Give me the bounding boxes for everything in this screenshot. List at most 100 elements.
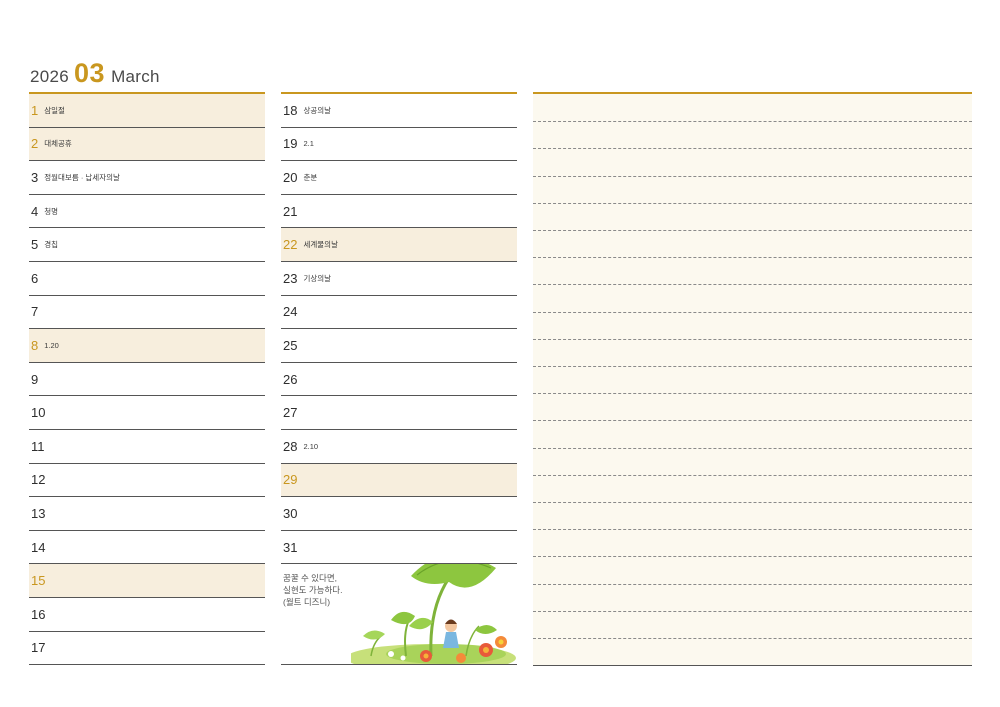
day-number: 11 xyxy=(31,438,45,454)
ruled-line xyxy=(533,230,972,231)
notes-accent-line xyxy=(533,92,972,94)
month-number: 03 xyxy=(74,58,106,88)
day-note: 경칩 xyxy=(44,240,59,250)
day-number: 13 xyxy=(31,505,46,521)
day-row[interactable]: 21 xyxy=(281,195,517,229)
day-number: 31 xyxy=(283,539,298,555)
day-number: 23 xyxy=(283,270,298,286)
day-row[interactable]: 1 삼일절 xyxy=(29,94,265,128)
day-row[interactable]: 17 xyxy=(29,632,265,666)
day-row[interactable]: 23 기상의날 xyxy=(281,262,517,296)
girl-with-leaf-illustration xyxy=(351,564,516,665)
day-row[interactable]: 12 xyxy=(29,464,265,498)
ruled-line xyxy=(533,393,972,395)
day-note: 1.20 xyxy=(44,340,59,350)
ruled-line xyxy=(533,175,972,177)
ruled-line xyxy=(533,311,972,313)
ruled-line xyxy=(533,338,972,340)
quote-line: 실현도 가능하다. xyxy=(283,585,343,596)
day-row[interactable]: 10 xyxy=(29,396,265,430)
notes-area[interactable] xyxy=(533,92,972,666)
month-name: March xyxy=(111,67,160,86)
quote-line: (월트 디즈니) xyxy=(283,597,331,608)
day-row[interactable]: 14 xyxy=(29,531,265,565)
ruled-line xyxy=(533,638,972,639)
day-number: 8 xyxy=(31,337,39,353)
month-header: 2026 03 March xyxy=(30,58,160,88)
ruled-line xyxy=(533,420,972,422)
day-note: 대체공휴 xyxy=(44,139,72,149)
day-number: 25 xyxy=(283,337,298,353)
day-number: 28 xyxy=(283,438,298,454)
quote-line: 꿈꿀 수 있다면, xyxy=(283,573,338,584)
day-row[interactable]: 28 2.10 xyxy=(281,430,517,464)
quote-cell: 꿈꿀 수 있다면, 실현도 가능하다. (월트 디즈니) xyxy=(281,564,517,666)
day-note: 춘분 xyxy=(303,172,318,182)
day-row[interactable]: 11 xyxy=(29,430,265,464)
day-row[interactable]: 27 xyxy=(281,396,517,430)
day-note: 기상의날 xyxy=(303,273,332,283)
ruled-line xyxy=(533,121,972,123)
day-number: 29 xyxy=(283,472,298,488)
day-row[interactable]: 16 xyxy=(29,598,265,632)
day-note: 삼일절 xyxy=(44,105,65,115)
day-number: 10 xyxy=(31,405,46,421)
day-note: 2.10 xyxy=(303,441,319,451)
day-column-middle: 18 상공의날 19 2.1 20 춘분 21 22 세계물의날 23 기상의날 24 25 26 27 28… xyxy=(281,92,517,666)
day-row[interactable]: 15 xyxy=(29,564,265,598)
day-number: 19 xyxy=(283,136,298,152)
ruled-line xyxy=(533,583,972,585)
ruled-line xyxy=(533,502,972,503)
day-number: 4 xyxy=(31,203,39,219)
day-row[interactable]: 24 xyxy=(281,296,517,330)
day-row[interactable]: 20 춘분 xyxy=(281,161,517,195)
day-note: 2.1 xyxy=(303,139,314,149)
day-row[interactable]: 6 xyxy=(29,262,265,296)
day-row[interactable]: 22 세계물의날 xyxy=(281,228,517,262)
ruled-line xyxy=(533,202,972,204)
day-row[interactable]: 29 xyxy=(281,463,517,498)
day-row[interactable]: 5 경칩 xyxy=(29,228,265,262)
day-row[interactable]: 7 xyxy=(29,296,265,330)
day-number: 16 xyxy=(31,606,46,622)
day-number: 7 xyxy=(31,304,39,320)
day-row[interactable]: 26 xyxy=(281,363,517,397)
day-note: 청명 xyxy=(44,206,59,216)
day-column-left: 1 삼일절 2 대체공휴 3 정월대보름 · 납세자의날 4 청명 5 경칩 6 7 8 1.20 9 10 1… xyxy=(29,92,265,666)
day-row[interactable]: 25 xyxy=(281,329,517,363)
day-row[interactable]: 3 정월대보름 · 납세자의날 xyxy=(29,161,265,195)
day-row[interactable]: 2 대체공휴 xyxy=(29,127,265,162)
ruled-line xyxy=(533,529,972,531)
year-label: 2026 xyxy=(30,67,70,86)
ruled-line xyxy=(533,447,972,449)
day-number: 15 xyxy=(31,573,46,589)
day-row[interactable]: 31 xyxy=(281,531,517,565)
day-note: 정월대보름 · 납세자의날 xyxy=(44,172,120,182)
ruled-line xyxy=(533,366,972,367)
notes-bottom-line xyxy=(533,664,972,666)
day-row[interactable]: 18 상공의날 xyxy=(281,94,517,128)
day-row[interactable]: 30 xyxy=(281,497,517,531)
ruled-line xyxy=(533,610,972,612)
day-note: 상공의날 xyxy=(303,105,332,115)
day-row[interactable]: 13 xyxy=(29,497,265,531)
ruled-line xyxy=(533,257,972,259)
day-number: 20 xyxy=(283,169,298,185)
day-note: 세계물의날 xyxy=(303,240,338,250)
day-row[interactable]: 8 1.20 xyxy=(29,329,265,363)
day-number: 12 xyxy=(31,472,46,488)
day-number: 2 xyxy=(31,136,39,152)
day-number: 3 xyxy=(31,169,39,185)
ruled-line xyxy=(533,148,972,150)
day-number: 21 xyxy=(283,203,298,219)
day-number: 18 xyxy=(283,102,298,118)
day-row[interactable]: 9 xyxy=(29,363,265,397)
day-number: 30 xyxy=(283,505,298,521)
day-row[interactable]: 19 2.1 xyxy=(281,128,517,162)
day-number: 22 xyxy=(283,237,298,253)
day-number: 5 xyxy=(31,237,39,253)
day-number: 17 xyxy=(31,640,46,656)
day-number: 6 xyxy=(31,270,39,286)
day-row[interactable]: 4 청명 xyxy=(29,195,265,229)
day-number: 1 xyxy=(31,102,39,118)
